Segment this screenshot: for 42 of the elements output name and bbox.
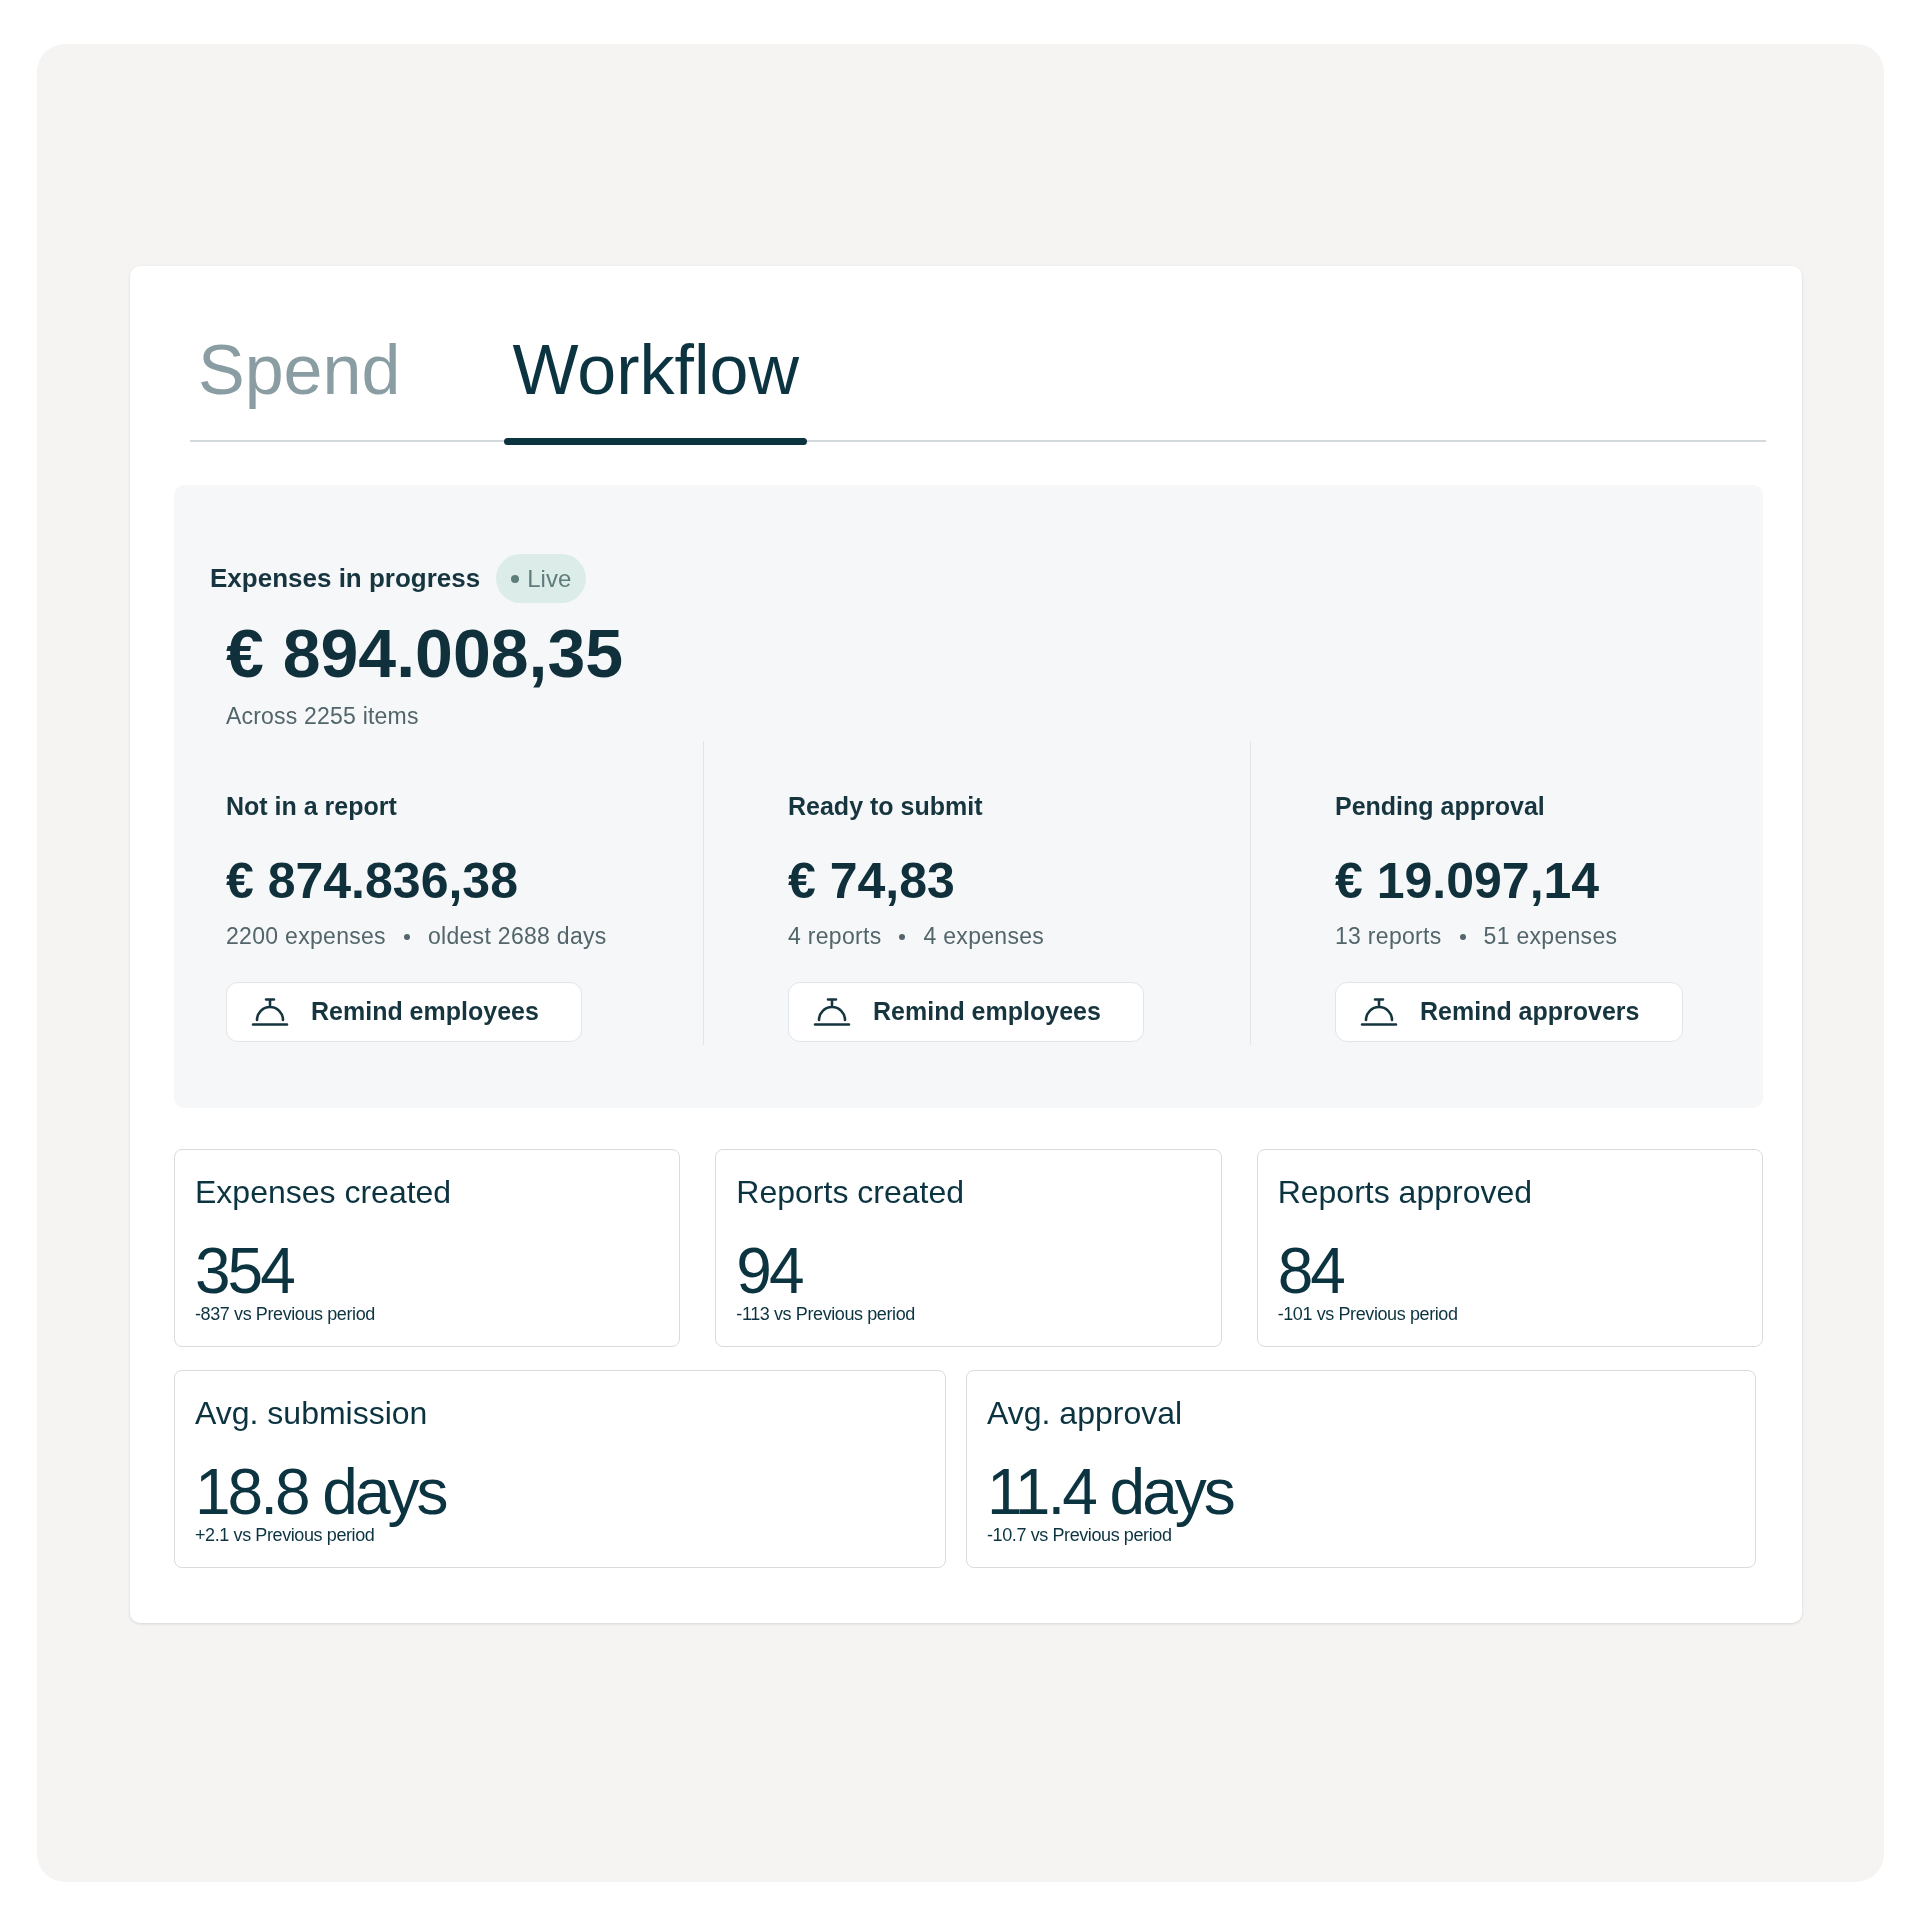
column-amount: € 19.097,14 xyxy=(1335,853,1600,909)
detail-text: 2200 expenses xyxy=(226,921,386,951)
stat-title: Reports created xyxy=(736,1172,964,1212)
bell-icon xyxy=(813,996,851,1027)
stat-value: 11.4 days xyxy=(987,1460,1233,1525)
remind-button[interactable]: Remind employees xyxy=(788,981,1144,1042)
bell-icon xyxy=(1360,996,1398,1027)
stat-value: 354 xyxy=(195,1239,293,1304)
stat-title: Avg. approval xyxy=(987,1393,1183,1433)
detail-text: 51 expenses xyxy=(1483,921,1618,951)
total-amount: € 894.008,35 xyxy=(226,619,625,687)
items-caption: Across 2255 items xyxy=(226,702,420,731)
detail-text: 13 reports xyxy=(1335,921,1442,951)
column-title: Not in a report xyxy=(226,790,397,821)
separator-dot-icon xyxy=(899,933,906,940)
stat-change: -10.7 vs Previous period xyxy=(987,1525,1172,1547)
column-amount: € 74,83 xyxy=(788,853,955,909)
detail-text: 4 expenses xyxy=(923,921,1045,951)
detail-text: oldest 2688 days xyxy=(427,921,607,951)
stat-value: 84 xyxy=(1277,1239,1343,1304)
badge-label: Live xyxy=(527,564,572,593)
section-title: Expenses in progress xyxy=(210,563,481,594)
remind-button[interactable]: Remind employees xyxy=(226,981,582,1042)
tab[interactable]: Workflow xyxy=(504,328,807,445)
remind-button[interactable]: Remind approvers xyxy=(1335,981,1683,1042)
dot-icon xyxy=(511,574,520,583)
stat-value: 18.8 days xyxy=(195,1460,446,1525)
stat-change: -837 vs Previous period xyxy=(195,1304,375,1326)
bell-icon xyxy=(251,996,289,1027)
column-title: Ready to submit xyxy=(788,790,983,821)
stat-change: +2.1 vs Previous period xyxy=(195,1525,375,1547)
stat-change: -101 vs Previous period xyxy=(1277,1304,1458,1326)
separator-dot-icon xyxy=(403,933,410,940)
stat-change: -113 vs Previous period xyxy=(736,1304,915,1326)
stat-title: Expenses created xyxy=(195,1172,452,1212)
stat-title: Reports approved xyxy=(1277,1172,1533,1212)
column-amount: € 874.836,38 xyxy=(226,853,518,909)
detail-text: 4 reports xyxy=(788,921,882,951)
separator-dot-icon xyxy=(1459,933,1466,940)
column-title: Pending approval xyxy=(1335,790,1545,821)
stat-title: Avg. submission xyxy=(195,1393,428,1433)
stat-value: 94 xyxy=(736,1239,802,1304)
